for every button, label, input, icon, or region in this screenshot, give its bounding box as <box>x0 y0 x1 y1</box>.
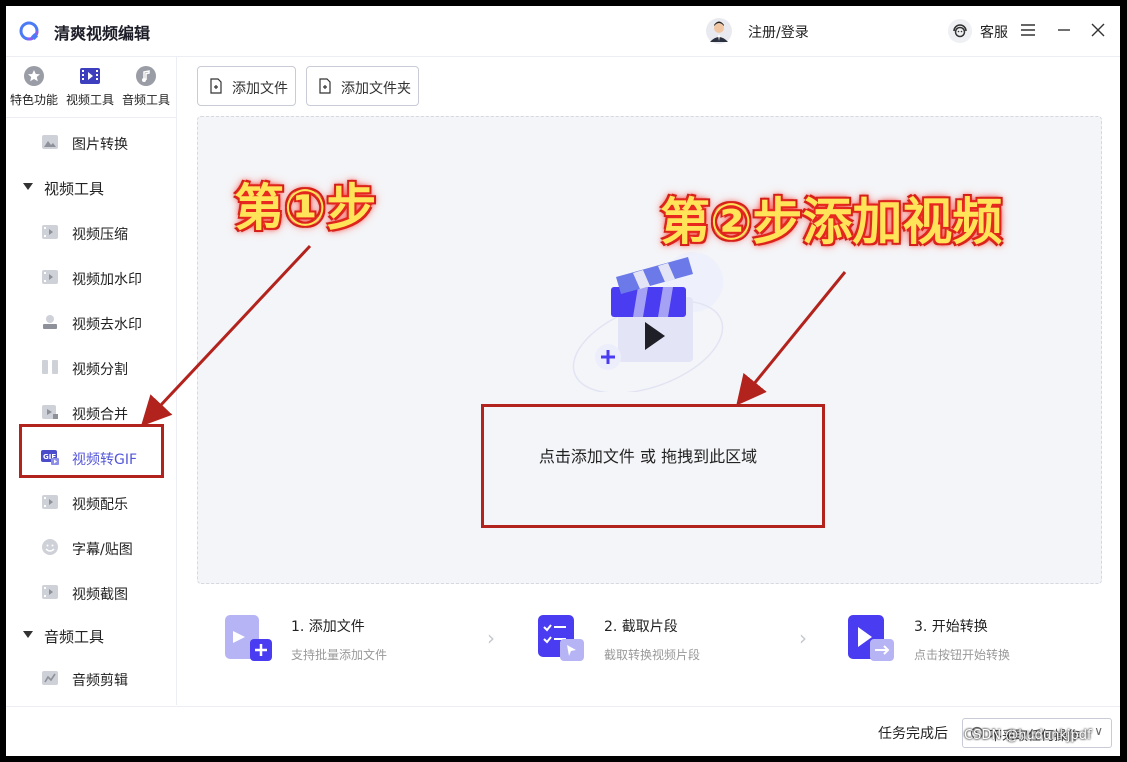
sidebar-group-video[interactable]: 视频工具 <box>6 168 176 208</box>
tab-featured-label: 特色功能 <box>9 93 58 107</box>
annotation-step2: 第②步添加视频 <box>660 193 1003 251</box>
step-desc: 支持批量添加文件 <box>291 648 388 662</box>
annotation-step1: 第①步 <box>234 179 377 237</box>
sidebar-item-label: 音频剪辑 <box>72 673 128 689</box>
star-icon <box>24 66 44 86</box>
sidebar-group-label: 音频工具 <box>44 628 105 646</box>
add-folder-label: 添加文件夹 <box>341 81 411 97</box>
annotation-box-gif <box>19 424 164 478</box>
add-file-label: 添加文件 <box>232 81 288 97</box>
bottom-bar: 任务完成后 不采取任何操作 ∨ <box>6 706 1120 756</box>
app-window: 清爽视频编辑 注册/登录 客服 特色功能 视频工具 音频工具 图片转换 视频工具… <box>6 6 1120 756</box>
audio-cut-icon <box>42 671 58 685</box>
sidebar-item-video-compress[interactable]: 视频压缩 <box>6 213 176 253</box>
chevron-down-icon: ∨ <box>1094 724 1103 738</box>
customer-service-icon[interactable] <box>948 19 972 43</box>
sidebar-item-subtitle-sticker[interactable]: 字幕/贴图 <box>6 528 176 568</box>
tab-featured[interactable]: 特色功能 <box>6 65 62 108</box>
login-link[interactable]: 注册/登录 <box>748 22 809 42</box>
add-folder-button[interactable]: 添加文件夹 <box>306 66 419 106</box>
step-convert-icon <box>848 615 894 661</box>
sidebar-group-audio[interactable]: 音频工具 <box>6 616 176 656</box>
sidebar-item-video-music[interactable]: 视频配乐 <box>6 483 176 523</box>
sidebar-item-label: 视频去水印 <box>72 317 142 333</box>
video-music-icon <box>42 495 58 509</box>
step-title: 1. 添加文件 <box>291 619 365 635</box>
app-logo-icon <box>19 21 39 41</box>
sidebar-item-audio-cut[interactable]: 音频剪辑 <box>6 659 176 699</box>
tab-audio-tools-label: 音频工具 <box>121 93 170 107</box>
tab-audio-tools[interactable]: 音频工具 <box>118 65 174 108</box>
sidebar-item-label: 图片转换 <box>72 137 128 153</box>
video-watermark-icon <box>42 270 58 284</box>
sidebar-item-remove-watermark[interactable]: 视频去水印 <box>6 303 176 343</box>
sidebar-item-label: 字幕/贴图 <box>72 542 133 558</box>
sidebar-item-image-convert[interactable]: 图片转换 <box>6 123 176 163</box>
video-merge-icon <box>42 405 58 419</box>
add-folder-icon <box>319 78 331 94</box>
step-clip-icon <box>538 615 584 661</box>
chevron-right-icon: › <box>487 626 495 650</box>
sidebar-item-video-split[interactable]: 视频分割 <box>6 348 176 388</box>
csdn-watermark: CSDN @hudunkjpdf <box>964 728 1092 743</box>
sidebar-item-video-watermark[interactable]: 视频加水印 <box>6 258 176 298</box>
sidebar-item-label: 视频分割 <box>72 362 128 378</box>
step-title: 3. 开始转换 <box>914 619 988 635</box>
video-compress-icon <box>42 225 58 239</box>
sidebar: 特色功能 视频工具 音频工具 图片转换 视频工具 视频压缩 视频加水印 视频去水… <box>6 57 177 705</box>
sidebar-item-label: 视频压缩 <box>72 227 128 243</box>
avatar[interactable] <box>706 18 732 44</box>
title-bar: 清爽视频编辑 注册/登录 客服 <box>6 6 1120 57</box>
tab-video-tools[interactable]: 视频工具 <box>62 65 118 108</box>
video-tool-icon <box>80 68 100 84</box>
collapse-triangle-icon <box>23 183 33 190</box>
customer-service-label[interactable]: 客服 <box>980 22 1008 42</box>
annotation-box-dropzone <box>481 404 825 528</box>
task-complete-label: 任务完成后 <box>878 726 948 742</box>
sidebar-item-label: 视频配乐 <box>72 497 128 513</box>
collapse-triangle-icon <box>23 631 33 638</box>
step-title: 2. 截取片段 <box>604 619 678 635</box>
sticker-icon <box>42 539 58 555</box>
sidebar-item-label: 视频加水印 <box>72 272 142 288</box>
add-video-illustration-icon <box>572 252 724 392</box>
video-screenshot-icon <box>42 585 58 599</box>
step-desc: 点击按钮开始转换 <box>914 648 1011 662</box>
sidebar-item-video-screenshot[interactable]: 视频截图 <box>6 573 176 613</box>
add-file-icon <box>210 78 222 94</box>
sidebar-item-label: 视频截图 <box>72 587 128 603</box>
chevron-right-icon: › <box>799 626 807 650</box>
minimize-icon[interactable] <box>1054 20 1074 40</box>
video-split-icon <box>42 360 58 374</box>
sidebar-group-label: 视频工具 <box>44 180 105 198</box>
sidebar-item-label: 视频合并 <box>72 407 128 423</box>
audio-tool-icon <box>136 66 156 86</box>
sidebar-top-nav: 特色功能 视频工具 音频工具 <box>6 57 176 118</box>
app-title: 清爽视频编辑 <box>54 24 151 43</box>
step-desc: 截取转换视频片段 <box>604 648 701 662</box>
remove-watermark-icon <box>43 315 57 329</box>
add-file-button[interactable]: 添加文件 <box>197 66 296 106</box>
step-add-file-icon <box>225 615 272 661</box>
tab-video-tools-label: 视频工具 <box>65 93 114 107</box>
menu-icon[interactable] <box>1018 20 1038 40</box>
close-icon[interactable] <box>1088 20 1108 40</box>
image-icon <box>42 135 58 149</box>
